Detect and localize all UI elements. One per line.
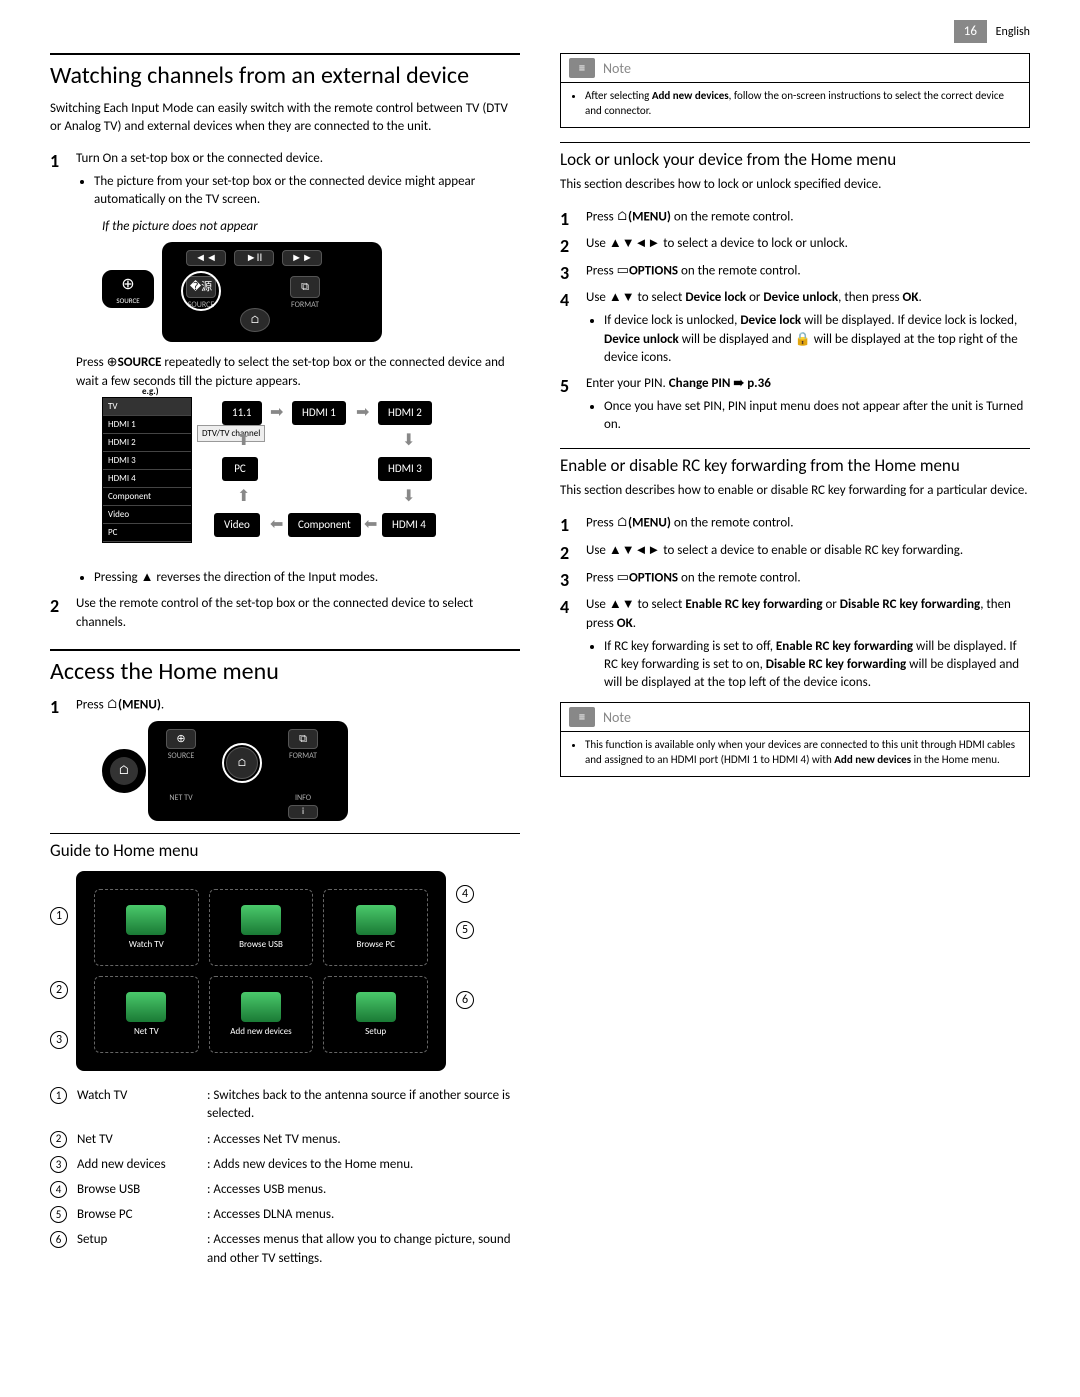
page-header: 16 English	[50, 20, 1030, 43]
lock-step-2: Use ▲▼◄► to select a device to lock or u…	[560, 235, 1030, 254]
step-1: Turn On a set-top box or the connected d…	[50, 150, 520, 587]
left-column: Watching channels from an external devic…	[50, 53, 520, 1275]
heading-watching: Watching channels from an external devic…	[50, 61, 520, 90]
intro-watching: Switching Each Input Mode can easily swi…	[50, 100, 520, 136]
note-box-1: ≡ Note After selecting Add new devices, …	[560, 53, 1030, 128]
right-column: ≡ Note After selecting Add new devices, …	[560, 53, 1030, 1275]
home-screen-diagram: Watch TV Browse USB Browse PC Net TV Add…	[76, 871, 476, 1071]
legend-table: 1Watch TV: Switches back to the antenna …	[50, 1087, 520, 1268]
lock-step-1: Press ⌂ (MENU) on the remote control.	[560, 208, 1030, 227]
rc-step-3: Press ▭ OPTIONS on the remote control.	[560, 569, 1030, 588]
lock-step-3: Press ▭ OPTIONS on the remote control.	[560, 262, 1030, 281]
lock-intro: This section describes how to lock or un…	[560, 176, 1030, 194]
lock-step-4: Use ▲▼ to select Device lock or Device u…	[560, 289, 1030, 366]
note-icon: ≡	[569, 707, 595, 727]
step-1-bullet: The picture from your set-top box or the…	[94, 173, 520, 209]
source-icon-callout: ⊕ SOURCE	[102, 270, 154, 308]
page-lang: English	[996, 25, 1030, 39]
rc-step-4: Use ▲▼ to select Enable RC key forwardin…	[560, 596, 1030, 692]
remote-diagram: ◄◄ ►II ►► �源 SOURCE ⧉ FORMAT ⌂ ⊕ SOURCE	[102, 242, 402, 342]
step-2: Use the remote control of the set-top bo…	[50, 595, 520, 633]
home-icon-callout: ⌂	[102, 749, 146, 793]
input-flow-diagram: e.g.) TV HDMI 1 HDMI 2 HDMI 3 HDMI 4 Com…	[102, 397, 502, 557]
access-step-1: Press ⌂ (MENU). ⊕ SOURCE ⧉ FORMAT ⌂ NET …	[50, 696, 520, 821]
note-icon: ≡	[569, 58, 595, 78]
tile-add-devices: Add new devices	[209, 976, 314, 1053]
tile-watch-tv: Watch TV	[94, 889, 199, 966]
pressing-triangle-note: Pressing ▲ reverses the direction of the…	[94, 569, 520, 587]
heading-lock-unlock: Lock or unlock your device from the Home…	[560, 149, 1030, 170]
rc-step-2: Use ▲▼◄► to select a device to enable or…	[560, 542, 1030, 561]
heading-access-home: Access the Home menu	[50, 657, 520, 686]
page-number: 16	[954, 20, 987, 43]
tile-browse-usb: Browse USB	[209, 889, 314, 966]
rc-intro: This section describes how to enable or …	[560, 482, 1030, 500]
rc-step-1: Press ⌂ (MENU) on the remote control.	[560, 514, 1030, 533]
tile-setup: Setup	[323, 976, 428, 1053]
remote-diagram-2: ⊕ SOURCE ⧉ FORMAT ⌂ NET TV INFO i ⌂	[102, 721, 362, 821]
lock-step-5: Enter your PIN. Change PIN ➠ p.36 Once y…	[560, 375, 1030, 434]
if-picture-italic: If the picture does not appear	[102, 218, 520, 237]
tile-net-tv: Net TV	[94, 976, 199, 1053]
heading-rc-forwarding: Enable or disable RC key forwarding from…	[560, 455, 1030, 476]
note-box-2: ≡ Note This function is available only w…	[560, 702, 1030, 777]
flow-source-list: TV HDMI 1 HDMI 2 HDMI 3 HDMI 4 Component…	[102, 397, 192, 543]
tile-browse-pc: Browse PC	[323, 889, 428, 966]
heading-guide-home: Guide to Home menu	[50, 840, 520, 861]
